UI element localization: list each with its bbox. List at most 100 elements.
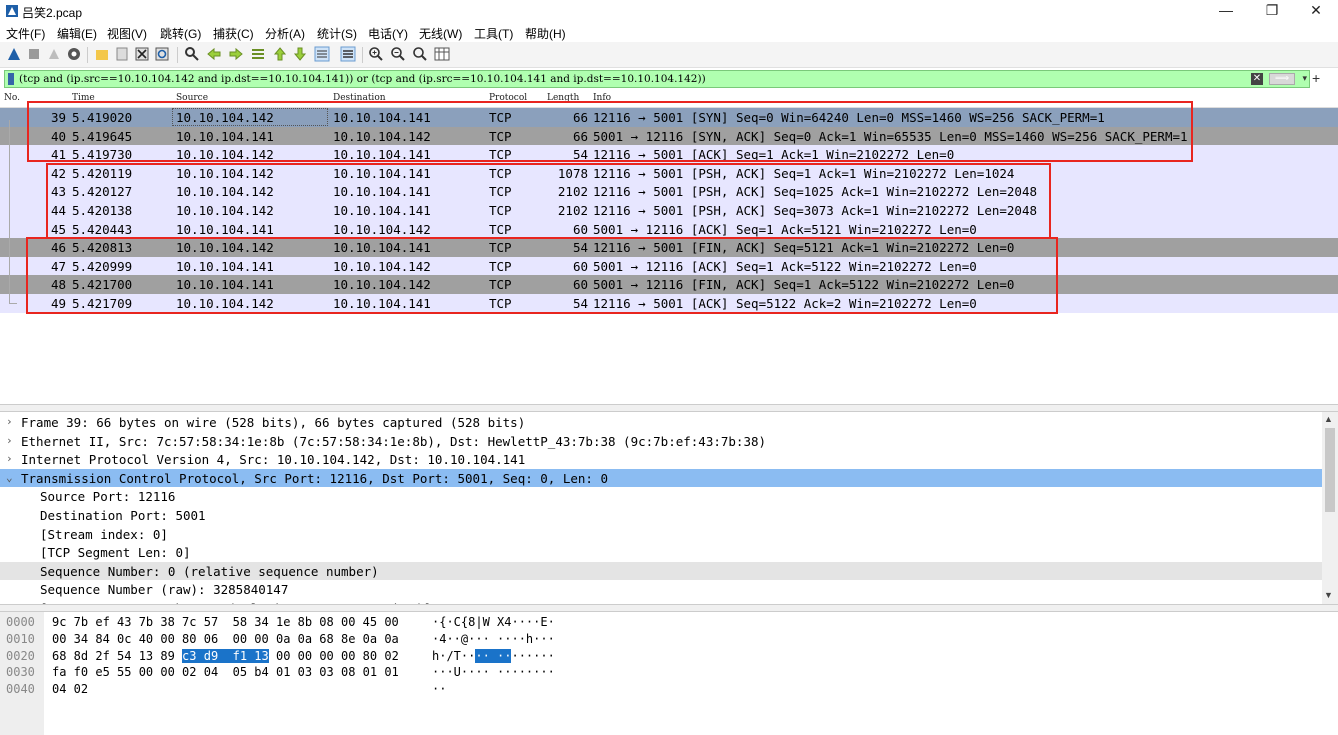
stop-icon[interactable] xyxy=(26,46,42,62)
apply-filter-button[interactable]: ⟹ xyxy=(1269,73,1295,85)
autoscroll-icon[interactable] xyxy=(314,46,330,62)
find-icon[interactable] xyxy=(184,46,200,62)
detail-row[interactable]: Source Port: 12116 xyxy=(0,487,1322,506)
hex-selection: c3 d9 f1 13 xyxy=(182,648,269,663)
hex-text: 04 02 xyxy=(52,682,89,697)
menu-help[interactable]: 帮助(H) xyxy=(525,25,566,42)
detail-row[interactable]: Sequence Number (raw): 3285840147 xyxy=(0,580,1322,599)
display-filter-input[interactable]: (tcp and (ip.src==10.10.104.142 and ip.d… xyxy=(4,70,1310,88)
ascii-bytes[interactable]: ·· xyxy=(432,682,446,696)
collapse-arrow-icon[interactable]: ⌄ xyxy=(6,471,13,484)
annotation-teardown-box xyxy=(26,237,1058,314)
filter-expression[interactable]: (tcp and (ip.src==10.10.104.142 and ip.d… xyxy=(19,73,706,85)
colorize-icon[interactable] xyxy=(340,46,356,62)
bytes-row[interactable]: 0010 00 34 84 0c 40 00 80 06 00 00 0a 0a … xyxy=(0,631,600,648)
resize-columns-icon[interactable] xyxy=(434,46,450,62)
last-packet-icon[interactable] xyxy=(292,46,308,62)
menu-view[interactable]: 视图(V) xyxy=(107,25,147,42)
scroll-down-icon[interactable]: ▼ xyxy=(1324,590,1333,600)
hex-text: 00 34 84 0c 40 00 80 06 00 00 0a 0a 68 8… xyxy=(52,631,399,646)
ascii-text: ·· xyxy=(432,682,447,697)
byte-offset: 0000 xyxy=(6,615,35,629)
detail-text: Sequence Number: 0 (relative sequence nu… xyxy=(40,563,379,579)
wireshark-app-icon xyxy=(6,5,18,17)
conversation-bracket-line xyxy=(9,120,10,304)
detail-row[interactable]: › Frame 39: 66 bytes on wire (528 bits), … xyxy=(0,413,1322,432)
menu-tools[interactable]: 工具(T) xyxy=(474,25,513,42)
hex-bytes[interactable]: 9c 7b ef 43 7b 38 7c 57 58 34 1e 8b 08 0… xyxy=(52,615,399,629)
ascii-bytes[interactable]: ·4··@··· ····h··· xyxy=(432,632,555,646)
bookmark-icon[interactable] xyxy=(8,73,14,85)
close-button[interactable]: ✕ xyxy=(1294,0,1338,22)
ascii-bytes[interactable]: h·/T···· ········ xyxy=(432,648,555,663)
hex-text: fa f0 e5 55 00 00 02 04 05 b4 01 03 03 0… xyxy=(52,665,399,680)
zoom-in-icon[interactable] xyxy=(368,46,384,62)
restart-icon[interactable] xyxy=(46,46,62,62)
title-bar: 吕笑2.pcap — ❐ ✕ xyxy=(0,0,1338,22)
pane-splitter[interactable] xyxy=(0,604,1338,612)
ascii-selection: ·· ·· xyxy=(475,648,512,663)
restore-button[interactable]: ❐ xyxy=(1250,0,1294,22)
detail-text: Destination Port: 5001 xyxy=(40,508,206,523)
toolbar-separator xyxy=(87,47,88,63)
hex-bytes[interactable]: 00 34 84 0c 40 00 80 06 00 00 0a 0a 68 8… xyxy=(52,632,399,646)
clear-filter-icon[interactable]: ✕ xyxy=(1251,73,1263,85)
goto-packet-icon[interactable] xyxy=(250,46,266,62)
expand-arrow-icon[interactable]: › xyxy=(6,434,13,447)
hex-bytes[interactable]: 68 8d 2f 54 13 89 c3 d9 f1 13 00 00 00 0… xyxy=(52,648,399,663)
zoom-reset-icon[interactable] xyxy=(412,46,428,62)
detail-row[interactable]: Sequence Number: 0 (relative sequence nu… xyxy=(0,561,1322,581)
reload-icon[interactable] xyxy=(154,46,170,62)
menu-file[interactable]: 文件(F) xyxy=(6,25,45,42)
close-file-icon[interactable] xyxy=(134,46,150,62)
detail-row[interactable]: › Internet Protocol Version 4, Src: 10.10… xyxy=(0,450,1322,469)
zoom-out-icon[interactable] xyxy=(390,46,406,62)
ascii-bytes[interactable]: ·{·C{8|W X4····E· xyxy=(432,615,555,629)
save-icon[interactable] xyxy=(114,46,130,62)
pane-splitter[interactable] xyxy=(0,404,1338,412)
options-gear-icon[interactable] xyxy=(66,46,82,62)
bytes-row[interactable]: 0040 04 02 ·· xyxy=(0,681,600,698)
menu-telephony[interactable]: 电话(Y) xyxy=(368,25,408,42)
detail-text: Ethernet II, Src: 7c:57:58:34:1e:8b (7c:… xyxy=(21,433,767,449)
hex-bytes[interactable]: 04 02 xyxy=(52,682,88,696)
open-folder-icon[interactable] xyxy=(94,46,110,62)
shark-fin-start-icon[interactable] xyxy=(6,46,22,62)
expand-arrow-icon[interactable]: › xyxy=(6,415,13,428)
hex-text: 9c 7b ef 43 7b 38 7c 57 58 34 1e 8b 08 0… xyxy=(52,615,399,629)
detail-text: [TCP Segment Len: 0] xyxy=(40,545,191,561)
hex-text: 00 00 00 00 80 02 xyxy=(268,648,399,663)
detail-row[interactable]: ⌄ Transmission Control Protocol, Src Port… xyxy=(0,468,1322,488)
menu-capture[interactable]: 捕获(C) xyxy=(213,25,254,42)
bytes-row[interactable]: 0030 fa f0 e5 55 00 00 02 04 05 b4 01 03 … xyxy=(0,664,600,681)
ascii-text: h·/T·· xyxy=(432,648,476,663)
expand-arrow-icon[interactable]: › xyxy=(6,452,13,465)
menu-wireless[interactable]: 无线(W) xyxy=(419,25,462,42)
detail-row[interactable]: [TCP Segment Len: 0] xyxy=(0,543,1322,562)
menu-edit[interactable]: 编辑(E) xyxy=(57,25,97,42)
forward-icon[interactable] xyxy=(228,46,244,62)
detail-text: [Stream index: 0] xyxy=(40,526,168,542)
menu-analyze[interactable]: 分析(A) xyxy=(265,25,305,42)
hex-bytes[interactable]: fa f0 e5 55 00 00 02 04 05 b4 01 03 03 0… xyxy=(52,665,399,679)
first-packet-icon[interactable] xyxy=(272,46,288,62)
minimize-button[interactable]: — xyxy=(1204,0,1248,22)
packet-bytes-pane: 0000 9c 7b ef 43 7b 38 7c 57 58 34 1e 8b … xyxy=(0,612,1338,735)
add-filter-button[interactable]: + xyxy=(1312,70,1322,86)
details-scrollbar[interactable]: ▲ ▼ xyxy=(1322,412,1338,604)
back-icon[interactable] xyxy=(206,46,222,62)
menu-go[interactable]: 跳转(G) xyxy=(160,25,201,42)
detail-row[interactable]: Destination Port: 5001 xyxy=(0,506,1322,525)
bytes-row[interactable]: 0020 68 8d 2f 54 13 89 c3 d9 f1 13 00 00 … xyxy=(0,648,600,665)
byte-offset: 0030 xyxy=(6,665,35,680)
scroll-up-icon[interactable]: ▲ xyxy=(1324,414,1333,424)
detail-row[interactable]: › Ethernet II, Src: 7c:57:58:34:1e:8b (7c… xyxy=(0,432,1322,451)
column-header-no[interactable]: No. xyxy=(4,93,20,103)
ascii-bytes[interactable]: ···U···· ········ xyxy=(432,665,555,679)
scrollbar-thumb[interactable] xyxy=(1325,428,1335,512)
ascii-text: ·4··@··· ····h··· xyxy=(432,631,555,646)
detail-row[interactable]: [Stream index: 0] xyxy=(0,525,1322,544)
bytes-row[interactable]: 0000 9c 7b ef 43 7b 38 7c 57 58 34 1e 8b … xyxy=(0,614,600,631)
filter-history-dropdown[interactable]: ▾ xyxy=(1302,73,1307,84)
menu-statistics[interactable]: 统计(S) xyxy=(317,25,357,42)
